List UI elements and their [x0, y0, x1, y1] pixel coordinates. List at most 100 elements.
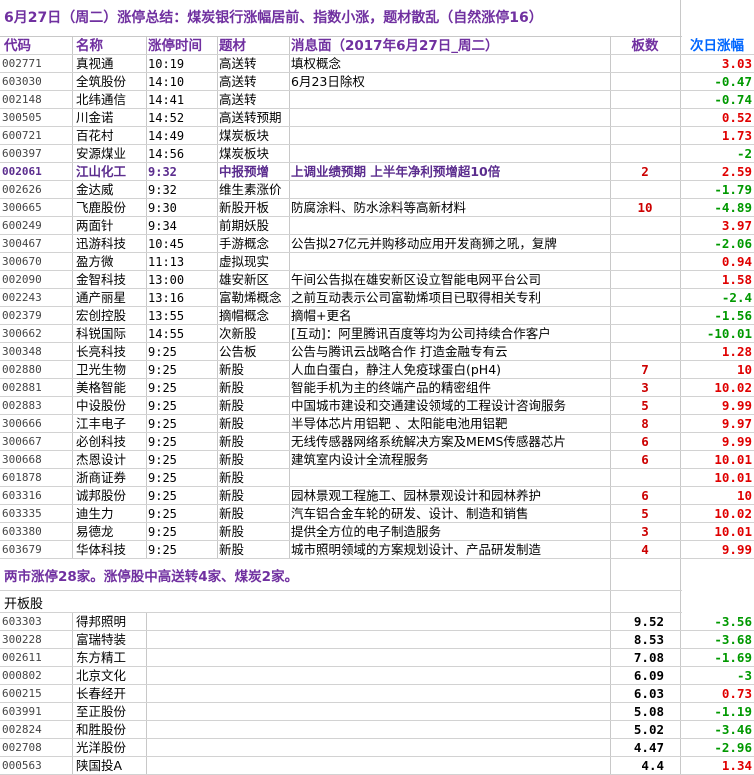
change-pct: 5.02 — [633, 722, 664, 737]
next-day-change: -4.89 — [714, 200, 752, 215]
limit-time: 9:32 — [148, 183, 177, 197]
board-count — [612, 91, 678, 108]
board-count — [612, 109, 678, 126]
header-next: 次日涨幅 — [690, 38, 744, 54]
stock-name: 和胜股份 — [76, 722, 127, 737]
summary-text: 两市涨停28家。涨停股中高送转4家、煤炭2家。 — [0, 559, 682, 591]
change-pct: 9.52 — [633, 614, 664, 629]
stock-code: 600249 — [2, 219, 42, 232]
page-title: 6月27日（周二）涨停总结：煤炭银行涨幅居前、指数小涨，题材散乱（自然涨停16） — [0, 0, 682, 37]
stock-code: 300505 — [2, 111, 42, 124]
stock-code: 002243 — [2, 291, 42, 304]
topic: 维生素涨价 — [219, 182, 282, 197]
limit-time: 14:49 — [148, 129, 185, 143]
stock-name: 百花村 — [76, 128, 114, 143]
limit-time: 9:25 — [148, 453, 177, 467]
next-day-change: 0.94 — [721, 254, 752, 269]
header-row: 代码 名称 涨停时间 题材 消息面（2017年6月27日_周二） 板数 次日涨幅 — [0, 37, 754, 55]
topic: 高送转 — [219, 74, 257, 89]
limit-time: 14:55 — [148, 327, 185, 341]
next-day-change: -3.46 — [714, 722, 752, 737]
stock-name: 飞鹿股份 — [76, 200, 127, 215]
next-day-change: 3.97 — [721, 218, 752, 233]
stock-name: 美格智能 — [76, 380, 127, 395]
limit-time: 14:41 — [148, 93, 185, 107]
limit-time: 9:25 — [148, 345, 177, 359]
limit-time: 9:25 — [148, 543, 177, 557]
news: 城市照明领域的方案规划设计、产品研发制造 — [291, 542, 542, 557]
board-count — [612, 307, 678, 324]
table-row: 002090 金智科技 13:00 雄安新区 午间公告拟在雄安新区设立智能电网平台公司 1… — [0, 271, 754, 289]
stock-name: 杰恩设计 — [76, 452, 127, 467]
stock-code: 300667 — [2, 435, 42, 448]
stock-name: 江山化工 — [76, 164, 127, 179]
table-row: 002061 江山化工 9:32 中报预增 上调业绩预期 上半年净利预增超10倍 2 2.5… — [0, 163, 754, 181]
news: 上调业绩预期 上半年净利预增超10倍 — [291, 164, 501, 179]
stock-name: 卫光生物 — [76, 362, 127, 377]
topic: 摘帽概念 — [219, 308, 270, 323]
news: 公告拟27亿元并购移动应用开发商狮之吼，复牌 — [291, 236, 557, 251]
stock-name: 金智科技 — [76, 272, 127, 287]
stock-name: 迪生力 — [76, 506, 114, 521]
stock-name: 华体科技 — [76, 542, 127, 557]
stock-code: 002379 — [2, 309, 42, 322]
table-row: 002379 宏创控股 13:55 摘帽概念 摘帽+更名 -1.56 — [0, 307, 754, 325]
topic: 虚拟现实 — [219, 254, 270, 269]
table-row: 601878 浙商证券 9:25 新股 10.01 — [0, 469, 754, 487]
board-count — [612, 253, 678, 270]
stock-name: 金达威 — [76, 182, 114, 197]
limit-time: 11:13 — [148, 255, 185, 269]
stock-name: 得邦照明 — [76, 614, 127, 629]
stock-code: 603335 — [2, 507, 42, 520]
change-pct: 5.08 — [633, 704, 664, 719]
news — [291, 181, 609, 198]
header-boards: 板数 — [631, 38, 659, 54]
next-day-change: 10.01 — [714, 452, 752, 467]
stock-code: 002881 — [2, 381, 42, 394]
stock-name: 北纬通信 — [76, 92, 127, 107]
table-row: 002824 和胜股份 5.02 -3.46 — [0, 721, 754, 739]
news: 建筑室内设计全流程服务 — [291, 452, 429, 467]
topic: 次新股 — [219, 326, 257, 341]
stock-code: 002611 — [2, 651, 42, 664]
next-day-change: 10.02 — [714, 506, 752, 521]
next-day-change: 9.99 — [721, 542, 752, 557]
stock-code: 300467 — [2, 237, 42, 250]
board-count: 2 — [641, 164, 649, 179]
topic: 新股 — [219, 506, 245, 521]
news: 填权概念 — [291, 56, 342, 71]
table-row: 603316 诚邦股份 9:25 新股 园林景观工程施工、园林景观设计和园林养护 6 10 — [0, 487, 754, 505]
news — [291, 145, 609, 162]
topic: 煤炭板块 — [219, 128, 270, 143]
change-pct: 8.53 — [633, 632, 664, 647]
limit-time: 9:25 — [148, 417, 177, 431]
limit-time: 9:32 — [148, 165, 177, 179]
next-day-change: -1.79 — [714, 182, 752, 197]
next-day-change: 0.52 — [721, 110, 752, 125]
stock-code: 300348 — [2, 345, 42, 358]
table-row: 300348 长亮科技 9:25 公告板 公告与腾讯云战略合作 打造金融专有云 1.28 — [0, 343, 754, 361]
table-row: 002148 北纬通信 14:41 高送转 -0.74 — [0, 91, 754, 109]
stock-name: 浙商证券 — [76, 470, 127, 485]
stock-name: 东方精工 — [76, 650, 127, 665]
stock-name: 长春经开 — [76, 686, 127, 701]
topic: 公告板 — [219, 344, 257, 359]
next-day-change: 2.59 — [721, 164, 752, 179]
next-day-change: 0.73 — [721, 686, 752, 701]
board-count: 7 — [641, 362, 649, 377]
next-day-change: 10.01 — [714, 470, 752, 485]
board-count: 6 — [641, 452, 649, 467]
topic: 新股开板 — [219, 200, 270, 215]
limit-time: 9:25 — [148, 381, 177, 395]
limit-time: 10:19 — [148, 57, 185, 71]
stock-name: 科锐国际 — [76, 326, 127, 341]
stock-code: 603316 — [2, 489, 42, 502]
limit-time: 9:25 — [148, 363, 177, 377]
next-day-change: -3 — [736, 668, 752, 683]
board-count: 4 — [641, 542, 649, 557]
topic: 新股 — [219, 362, 245, 377]
news — [291, 217, 609, 234]
next-day-change: -2.96 — [714, 740, 752, 755]
topic: 雄安新区 — [219, 272, 270, 287]
limit-time: 10:45 — [148, 237, 185, 251]
